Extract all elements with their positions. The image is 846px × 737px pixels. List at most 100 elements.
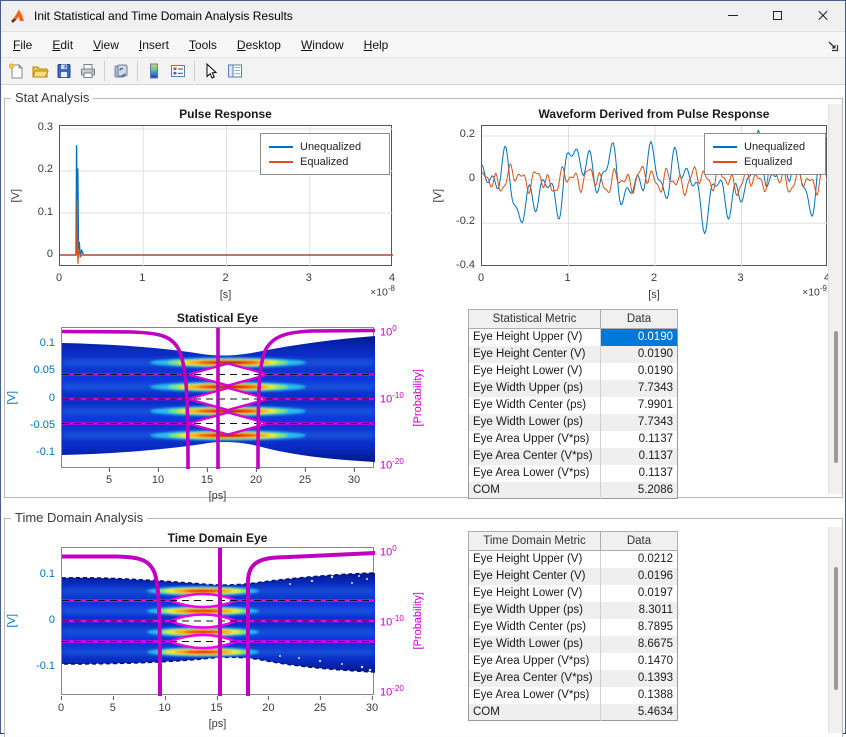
table-cell[interactable]: 0.0197 (601, 585, 678, 602)
menu-view[interactable]: View (83, 33, 129, 57)
table-cell[interactable]: 0.0190 (601, 346, 678, 363)
table-cell[interactable]: COM (469, 704, 601, 721)
table-cell[interactable]: 0.1137 (601, 431, 678, 448)
stat-panel-scrollbar[interactable] (828, 104, 842, 494)
waveform-legend[interactable]: Unequalized Equalized (704, 133, 826, 175)
table-cell[interactable]: 5.2086 (601, 482, 678, 499)
table-header[interactable]: Statistical Metric (469, 310, 601, 329)
table-cell[interactable]: Eye Width Center (ps) (469, 619, 601, 636)
table-cell[interactable]: 0.1137 (601, 465, 678, 482)
table-cell[interactable]: Eye Area Lower (V*ps) (469, 687, 601, 704)
table-cell[interactable]: 5.4634 (601, 704, 678, 721)
titlebar[interactable]: Init Statistical and Time Domain Analysi… (1, 1, 845, 31)
menu-insert[interactable]: Insert (129, 33, 179, 57)
statistical-eye-plot[interactable] (61, 327, 374, 468)
tick-label: 20 (262, 702, 274, 714)
table-row: Eye Area Lower (V*ps)0.1137 (469, 465, 678, 482)
stat-eye-prob-label: [Probability] (411, 327, 425, 468)
scrollbar-thumb[interactable] (834, 567, 838, 690)
legend-label: Unequalized (300, 141, 361, 153)
save-figure-button[interactable] (52, 60, 76, 83)
minimize-icon (728, 15, 738, 16)
menu-desktop[interactable]: Desktop (227, 33, 291, 57)
table-header[interactable]: Data (601, 310, 678, 329)
table-row: Eye Height Upper (V)0.0212 (469, 551, 678, 568)
time-domain-eye-plot[interactable] (61, 547, 374, 695)
link-plot-button[interactable] (109, 60, 133, 83)
maximize-button[interactable] (755, 1, 800, 30)
table-cell[interactable]: 0.0212 (601, 551, 678, 568)
table-cell[interactable]: 0.0190 (601, 363, 678, 380)
legend-label: Unequalized (744, 141, 805, 153)
colorbar-icon (145, 62, 163, 80)
print-figure-button[interactable] (76, 60, 100, 83)
pointer-arrow-icon (202, 62, 220, 80)
table-cell[interactable]: Eye Width Upper (ps) (469, 380, 601, 397)
table-cell[interactable]: Eye Height Center (V) (469, 568, 601, 585)
table-cell[interactable]: 0.1470 (601, 653, 678, 670)
table-cell[interactable]: COM (469, 482, 601, 499)
table-cell[interactable]: 0.1137 (601, 448, 678, 465)
table-cell[interactable]: Eye Area Center (V*ps) (469, 670, 601, 687)
table-row: Eye Area Upper (V*ps)0.1137 (469, 431, 678, 448)
table-row: Eye Width Upper (ps)8.3011 (469, 602, 678, 619)
scrollbar-thumb[interactable] (834, 331, 838, 463)
pulse-ylabel: [V] (9, 125, 23, 266)
table-cell[interactable]: 7.7343 (601, 414, 678, 431)
table-cell[interactable]: Eye Area Lower (V*ps) (469, 465, 601, 482)
figure-toolbar (1, 58, 845, 85)
open-file-button[interactable] (28, 60, 52, 83)
table-cell[interactable]: Eye Width Upper (ps) (469, 602, 601, 619)
table-row: Eye Height Lower (V)0.0190 (469, 363, 678, 380)
insert-colorbar-button[interactable] (142, 60, 166, 83)
property-inspector-button[interactable] (223, 60, 247, 83)
table-cell[interactable]: Eye Width Lower (ps) (469, 636, 601, 653)
table-cell[interactable]: 0.1388 (601, 687, 678, 704)
td-panel-scrollbar[interactable] (828, 527, 842, 733)
dock-arrow-icon[interactable] (827, 40, 839, 52)
edit-plot-button[interactable] (199, 60, 223, 83)
tick-label: 2 (222, 272, 228, 284)
table-cell[interactable]: Eye Area Upper (V*ps) (469, 653, 601, 670)
menu-help[interactable]: Help (354, 33, 399, 57)
table-cell[interactable]: 0.0196 (601, 568, 678, 585)
table-cell[interactable]: Eye Height Center (V) (469, 346, 601, 363)
minimize-button[interactable] (710, 1, 755, 30)
toolbar-separator (137, 61, 138, 81)
table-header[interactable]: Time Domain Metric (469, 532, 601, 551)
table-cell[interactable]: 0.0190 (601, 329, 678, 346)
menu-tools[interactable]: Tools (179, 33, 227, 57)
table-cell[interactable]: Eye Area Center (V*ps) (469, 448, 601, 465)
table-cell[interactable]: 7.9901 (601, 397, 678, 414)
table-cell[interactable]: Eye Height Upper (V) (469, 551, 601, 568)
menu-window[interactable]: Window (291, 33, 354, 57)
new-figure-button[interactable] (4, 60, 28, 83)
tick-label: 5 (110, 702, 116, 714)
insert-legend-button[interactable] (166, 60, 190, 83)
table-cell[interactable]: 0.1393 (601, 670, 678, 687)
table-cell[interactable]: Eye Height Lower (V) (469, 585, 601, 602)
table-cell[interactable]: Eye Width Lower (ps) (469, 414, 601, 431)
pulse-legend[interactable]: Unequalized Equalized (260, 133, 390, 175)
unequalized-line-swatch (713, 146, 737, 148)
table-cell[interactable]: 8.7895 (601, 619, 678, 636)
table-cell[interactable]: Eye Height Upper (V) (469, 329, 601, 346)
table-cell[interactable]: 7.7343 (601, 380, 678, 397)
menu-file[interactable]: File (3, 33, 42, 57)
tick-label: 5 (106, 474, 112, 486)
table-cell[interactable]: Eye Width Center (ps) (469, 397, 601, 414)
unequalized-line-swatch (269, 146, 293, 148)
tick-label: 10 (152, 474, 164, 486)
table-row: Eye Width Center (ps)8.7895 (469, 619, 678, 636)
menu-edit[interactable]: Edit (42, 33, 83, 57)
table-cell[interactable]: 8.3011 (601, 602, 678, 619)
table-cell[interactable]: 8.6675 (601, 636, 678, 653)
td-panel-title: Time Domain Analysis (11, 510, 147, 525)
tick-label: -0.05 (19, 419, 55, 432)
matlab-figure-window: Init Statistical and Time Domain Analysi… (0, 0, 846, 734)
legend-icon (169, 62, 187, 80)
close-button[interactable] (800, 1, 845, 30)
table-header[interactable]: Data (601, 532, 678, 551)
table-cell[interactable]: Eye Height Lower (V) (469, 363, 601, 380)
table-cell[interactable]: Eye Area Upper (V*ps) (469, 431, 601, 448)
